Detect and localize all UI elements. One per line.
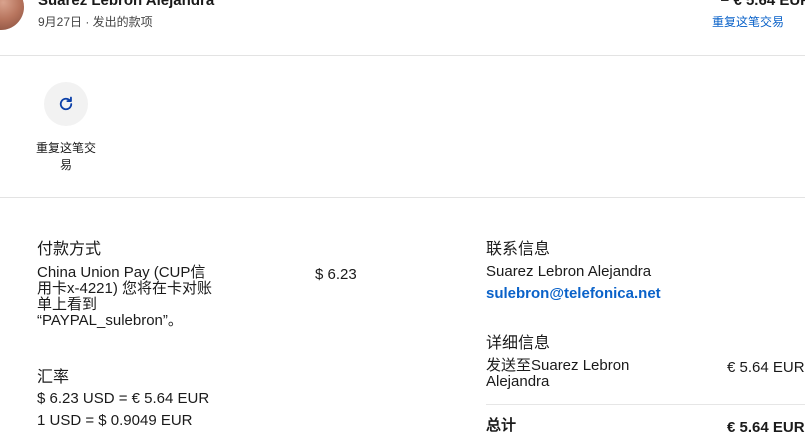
- total-divider: [486, 404, 805, 405]
- details-description: 发送至Suarez Lebron Alejandra: [486, 357, 630, 390]
- contact-name: Suarez Lebron Alejandra: [486, 263, 652, 280]
- transaction-amount: − € 5.64 EUR: [720, 0, 805, 9]
- details-amount: € 5.64 EUR: [727, 359, 805, 376]
- transaction-date-type: 9月27日 · 发出的款项: [38, 15, 153, 29]
- transaction-header: Suarez Lebron Alejandra 9月27日 · 发出的款项 − …: [0, 0, 805, 56]
- repeat-transaction-button[interactable]: [44, 82, 88, 126]
- payment-method-amount: $ 6.23: [315, 266, 357, 283]
- refresh-icon: [59, 96, 73, 111]
- section-divider: [0, 197, 805, 198]
- repeat-transaction-action[interactable]: 重复这笔交易: [30, 82, 102, 174]
- avatar: [0, 0, 24, 30]
- contact-info-heading: 联系信息: [486, 241, 551, 258]
- exchange-rate-heading: 汇率: [37, 369, 70, 386]
- exchange-rate-unit: 1 USD = $ 0.9049 EUR: [37, 412, 193, 429]
- total-amount: € 5.64 EUR: [727, 419, 805, 436]
- repeat-transaction-label: 重复这笔交易: [35, 141, 96, 172]
- details-heading: 详细信息: [486, 335, 551, 352]
- total-label: 总计: [486, 417, 517, 434]
- exchange-rate-conversion: $ 6.23 USD = € 5.64 EUR: [37, 390, 210, 407]
- contact-email-link[interactable]: sulebron@telefonica.net: [486, 285, 661, 302]
- counterparty-name: Suarez Lebron Alejandra: [38, 0, 215, 9]
- payment-method-heading: 付款方式: [37, 241, 102, 258]
- payment-method-description: China Union Pay (CUP信用卡x-4221) 您将在卡对账单上看…: [37, 264, 213, 329]
- repeat-transaction-link[interactable]: 重复这笔交易: [712, 13, 784, 30]
